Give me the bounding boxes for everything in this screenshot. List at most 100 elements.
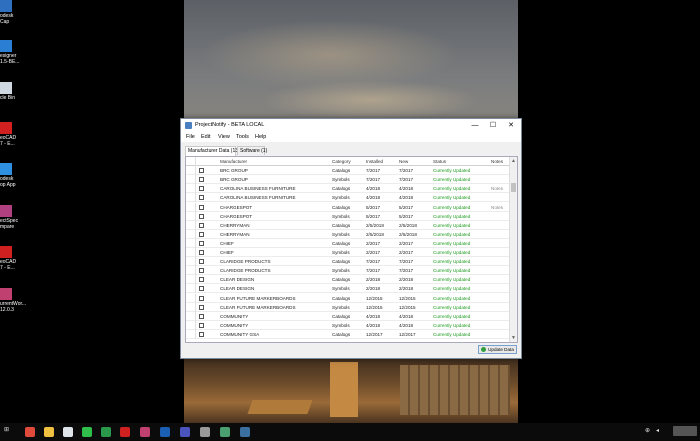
close-button[interactable]: ✕ — [502, 119, 520, 132]
desktop-shortcut[interactable]: odesk Cap — [0, 0, 20, 25]
start-button[interactable]: ⊞ — [4, 426, 12, 434]
table-row[interactable]: COMMUNITY Symbols 4/2018 4/2018 Currently Up… — [186, 320, 510, 330]
table-row[interactable]: CHERRYMAN Symbols 2/5/2018 2/5/2018 Currentl… — [186, 229, 510, 239]
table-row[interactable]: BRC GROUP Symbols 7/2017 7/2017 Currently Up… — [186, 175, 510, 185]
row-selector[interactable] — [186, 248, 196, 257]
menu-view[interactable]: View — [218, 134, 230, 140]
whatsapp-icon[interactable] — [82, 427, 92, 437]
row-checkbox[interactable] — [199, 268, 204, 274]
row-selector[interactable] — [186, 229, 196, 239]
chrome-icon[interactable] — [25, 427, 35, 437]
table-row[interactable]: CLARIDGE PRODUCTS Symbols 7/2017 7/2017 Curr… — [186, 266, 510, 276]
desktop-shortcut[interactable]: eoCAD 7 - E... — [0, 122, 20, 147]
autocad-icon[interactable] — [120, 427, 130, 437]
row-selector[interactable] — [186, 166, 196, 176]
title-bar[interactable]: ProjectNotify - BETA LOCAL — ☐ ✕ — [181, 119, 521, 132]
desktop-shortcut[interactable]: odesk op App — [0, 163, 20, 188]
desktop-shortcut[interactable]: cle Bin — [0, 82, 20, 101]
row-selector[interactable] — [186, 193, 196, 203]
column-header-installed[interactable]: Installed — [366, 157, 398, 166]
tab-software[interactable]: Software (1) — [237, 146, 267, 155]
row-selector[interactable] — [186, 238, 196, 248]
row-selector[interactable] — [186, 302, 196, 312]
table-row[interactable]: CHIEF Symbols 2/2017 2/2017 Currently Update… — [186, 248, 510, 258]
row-checkbox[interactable] — [199, 331, 204, 337]
vertical-scrollbar[interactable]: ▲ ▼ — [509, 157, 517, 342]
clock[interactable] — [673, 426, 697, 436]
table-row[interactable]: BRC GROUP Catalogs 7/2017 7/2017 Currently U… — [186, 166, 510, 176]
teams-icon[interactable] — [180, 427, 190, 437]
scroll-up-arrow-icon[interactable]: ▲ — [511, 158, 516, 164]
column-header-manufacturer[interactable]: Manufacturer — [220, 157, 330, 166]
column-header-status[interactable]: Status — [433, 157, 489, 166]
table-row[interactable]: CLEAR DESIGN Catalogs 2/2018 2/2018 Currentl… — [186, 275, 510, 285]
row-selector[interactable] — [186, 202, 196, 212]
tab-manufacturer-data[interactable]: Manufacturer Data (13) — [185, 146, 240, 156]
notepad-icon[interactable] — [63, 427, 73, 437]
row-checkbox[interactable] — [199, 295, 204, 301]
table-row[interactable]: CHIEF Catalogs 2/2017 2/2017 Currently Updat… — [186, 238, 510, 248]
projectspec-icon[interactable] — [140, 427, 150, 437]
row-selector[interactable] — [186, 257, 196, 267]
desktop-shortcut[interactable]: ectSpec mpare — [0, 205, 20, 230]
row-selector[interactable] — [186, 293, 196, 303]
table-row[interactable]: CLEAR FUTURE MARKERBOARDS Symbols 12/2015 1… — [186, 302, 510, 312]
row-checkbox[interactable] — [199, 313, 204, 319]
menu-tools[interactable]: Tools — [236, 134, 249, 140]
row-selector[interactable] — [186, 266, 196, 276]
desktop-shortcut[interactable]: eoCAD 7 - E... — [0, 246, 20, 271]
column-header-notes[interactable]: Notes — [491, 157, 509, 166]
row-checkbox[interactable] — [199, 322, 204, 328]
notes-cell[interactable]: Notes — [491, 184, 509, 193]
column-header-new[interactable]: New — [399, 157, 431, 166]
row-checkbox[interactable] — [199, 222, 204, 228]
row-selector[interactable] — [186, 184, 196, 194]
row-checkbox[interactable] — [199, 186, 204, 192]
table-row[interactable]: CLEAR FUTURE MARKERBOARDS Catalogs 12/2015… — [186, 293, 510, 303]
row-checkbox[interactable] — [199, 168, 204, 174]
row-checkbox[interactable] — [199, 204, 204, 210]
update-data-button[interactable]: Update Data — [478, 345, 517, 354]
row-checkbox[interactable] — [199, 231, 204, 237]
photos-icon[interactable] — [200, 427, 210, 437]
table-row[interactable]: CLEAR DESIGN Symbols 2/2018 2/2018 Currently… — [186, 284, 510, 294]
row-checkbox[interactable] — [199, 213, 204, 219]
volume-icon[interactable]: ◂ — [656, 427, 664, 435]
table-row[interactable]: CAROLINA BUSINESS FURNITURE Symbols 4/2018… — [186, 193, 510, 203]
row-selector[interactable] — [186, 220, 196, 230]
row-checkbox[interactable] — [199, 259, 204, 265]
row-selector[interactable] — [186, 284, 196, 294]
indesign-icon[interactable] — [240, 427, 250, 437]
menu-help[interactable]: Help — [255, 134, 266, 140]
row-selector[interactable] — [186, 175, 196, 185]
hangouts-icon[interactable] — [101, 427, 111, 437]
row-selector[interactable] — [186, 311, 196, 321]
table-row[interactable]: CAROLINA BUSINESS FURNITURE Catalogs 4/201… — [186, 184, 510, 194]
file-explorer-icon[interactable] — [44, 427, 54, 437]
table-row[interactable]: CLARIDGE PRODUCTS Catalogs 7/2017 7/2017 Cur… — [186, 257, 510, 267]
desktop-shortcut[interactable]: esigner 1.5-BE... — [0, 40, 20, 65]
row-selector[interactable] — [186, 275, 196, 285]
notes-cell[interactable]: Notes — [491, 203, 509, 212]
column-header-category[interactable]: Category — [332, 157, 364, 166]
row-checkbox[interactable] — [199, 177, 204, 183]
row-checkbox[interactable] — [199, 304, 204, 310]
scroll-down-arrow-icon[interactable]: ▼ — [511, 335, 516, 341]
row-selector[interactable] — [186, 320, 196, 330]
table-row[interactable]: COMMUNITY Catalogs 4/2018 4/2018 Currently U… — [186, 311, 510, 321]
table-row[interactable]: CHARGESPOT Symbols 5/2017 5/2017 Currently U… — [186, 211, 510, 221]
row-checkbox[interactable] — [199, 286, 204, 292]
menu-file[interactable]: File — [186, 134, 195, 140]
minimize-button[interactable]: — — [466, 119, 484, 132]
maximize-button[interactable]: ☐ — [484, 119, 502, 132]
table-row[interactable]: CHARGESPOT Catalogs 5/2017 5/2017 Currently … — [186, 202, 510, 212]
table-row[interactable]: COMMUNITY GSA Catalogs 12/2017 12/2017 Curre… — [186, 329, 510, 339]
row-checkbox[interactable] — [199, 240, 204, 246]
menu-edit[interactable]: Edit — [201, 134, 210, 140]
network-icon[interactable]: ⊕ — [645, 427, 653, 435]
row-selector[interactable] — [186, 211, 196, 221]
row-checkbox[interactable] — [199, 250, 204, 255]
outlook-icon[interactable] — [160, 427, 170, 437]
row-checkbox[interactable] — [199, 195, 204, 201]
row-selector[interactable] — [186, 329, 196, 339]
